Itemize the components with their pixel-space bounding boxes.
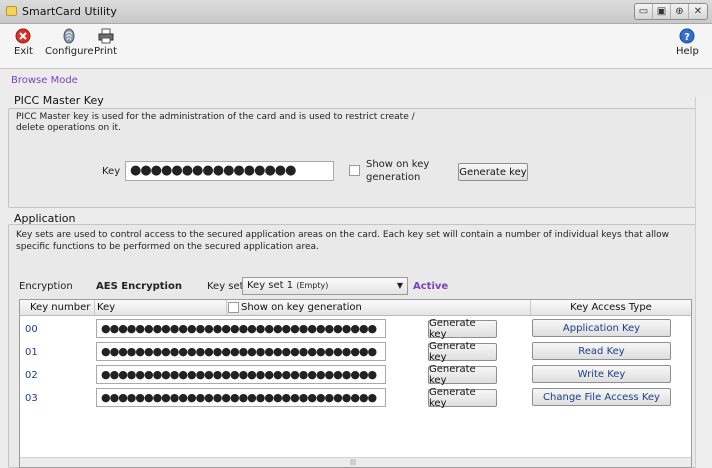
window-controls: ▭ ▣ ⊕ ✕ bbox=[634, 3, 708, 20]
picc-show-label-line1: Show on key bbox=[366, 159, 430, 170]
access-type-button[interactable]: Read Key bbox=[532, 342, 671, 360]
restore-icon[interactable]: ▣ bbox=[653, 4, 671, 19]
keyset-label: Key set bbox=[207, 281, 244, 292]
picc-description-line2: delete operations on it. bbox=[16, 123, 121, 133]
generate-key-button[interactable]: Generate key bbox=[428, 387, 497, 409]
mode-label: Browse Mode bbox=[11, 75, 78, 86]
key-table-header: Key number Key Show on key generation Ke… bbox=[20, 300, 691, 316]
key-number: 01 bbox=[25, 347, 38, 358]
picc-key-input[interactable]: ●●●●●●●●●●●●●●●● bbox=[125, 161, 334, 181]
exit-button[interactable]: Exit bbox=[14, 28, 33, 57]
picc-generate-key-button[interactable]: Generate key bbox=[458, 163, 528, 181]
col-key: Key bbox=[95, 300, 227, 315]
picc-group-title: PICC Master Key bbox=[14, 94, 104, 107]
key-input[interactable]: ●●●●●●●●●●●●●●●●●●●●●●●●●●●●●●●● bbox=[96, 365, 386, 384]
vertical-scrollbar[interactable] bbox=[695, 97, 712, 468]
minimize-icon[interactable]: ▭ bbox=[635, 4, 653, 19]
picc-key-label: Key bbox=[102, 166, 121, 177]
window-title: SmartCard Utility bbox=[22, 5, 117, 18]
key-input[interactable]: ●●●●●●●●●●●●●●●●●●●●●●●●●●●●●●●● bbox=[96, 342, 386, 361]
generate-key-button[interactable]: Generate key bbox=[428, 341, 497, 363]
access-type-button[interactable]: Write Key bbox=[532, 365, 671, 383]
close-icon[interactable]: ✕ bbox=[689, 4, 707, 19]
print-button[interactable]: Print bbox=[94, 28, 117, 57]
application-description-line1: Key sets are used to control access to t… bbox=[16, 230, 670, 240]
horizontal-scrollbar[interactable]: ||| bbox=[20, 457, 691, 467]
col-show: Show on key generation bbox=[227, 300, 531, 315]
grid-show-checkbox[interactable] bbox=[228, 302, 239, 313]
close-circle-icon bbox=[15, 28, 31, 44]
picc-show-label-line2: generation bbox=[366, 172, 421, 183]
fingerprint-icon bbox=[63, 28, 75, 44]
configure-button[interactable]: Configure bbox=[45, 28, 93, 57]
keyset-status: Active bbox=[413, 281, 449, 292]
key-input[interactable]: ●●●●●●●●●●●●●●●●●●●●●●●●●●●●●●●● bbox=[96, 388, 386, 407]
toolbar: Exit Configure Print ? Help bbox=[0, 24, 712, 69]
key-number: 03 bbox=[25, 393, 38, 404]
app-icon bbox=[6, 6, 17, 16]
access-type-button[interactable]: Application Key bbox=[532, 319, 671, 337]
zoom-icon[interactable]: ⊕ bbox=[671, 4, 689, 19]
exit-label: Exit bbox=[14, 46, 33, 57]
title-bar: SmartCard Utility ▭ ▣ ⊕ ✕ bbox=[0, 0, 712, 24]
help-label: Help bbox=[676, 46, 699, 57]
printer-icon bbox=[98, 28, 113, 44]
key-input[interactable]: ●●●●●●●●●●●●●●●●●●●●●●●●●●●●●●●● bbox=[96, 319, 386, 338]
print-label: Print bbox=[94, 46, 118, 57]
help-icon: ? bbox=[679, 28, 695, 44]
chevron-down-icon: ▼ bbox=[396, 281, 403, 290]
help-button[interactable]: ? Help bbox=[676, 28, 699, 57]
keyset-value: Key set 1 bbox=[247, 280, 294, 291]
encryption-value: AES Encryption bbox=[96, 281, 182, 292]
picc-group: PICC Master key is used for the administ… bbox=[8, 108, 704, 208]
svg-text:?: ? bbox=[685, 32, 691, 43]
col-access-type: Key Access Type bbox=[570, 302, 652, 313]
keyset-suffix: (Empty) bbox=[296, 281, 329, 290]
scroll-grip-icon: ||| bbox=[350, 459, 357, 466]
col-show-label: Show on key generation bbox=[241, 302, 362, 313]
generate-key-button[interactable]: Generate key bbox=[428, 364, 497, 386]
encryption-label: Encryption bbox=[19, 281, 73, 292]
key-table: Key number Key Show on key generation Ke… bbox=[19, 299, 692, 468]
col-key-number: Key number bbox=[20, 300, 95, 315]
key-number: 00 bbox=[25, 324, 38, 335]
generate-key-button[interactable]: Generate key bbox=[428, 318, 497, 340]
access-type-button[interactable]: Change File Access Key bbox=[532, 388, 671, 406]
keyset-select[interactable]: Key set 1 (Empty) ▼ bbox=[242, 277, 408, 295]
configure-label: Configure bbox=[45, 46, 94, 57]
application-description-line2: specific functions to be performed on th… bbox=[16, 242, 319, 252]
key-number: 02 bbox=[25, 370, 38, 381]
picc-show-checkbox[interactable] bbox=[349, 165, 360, 176]
